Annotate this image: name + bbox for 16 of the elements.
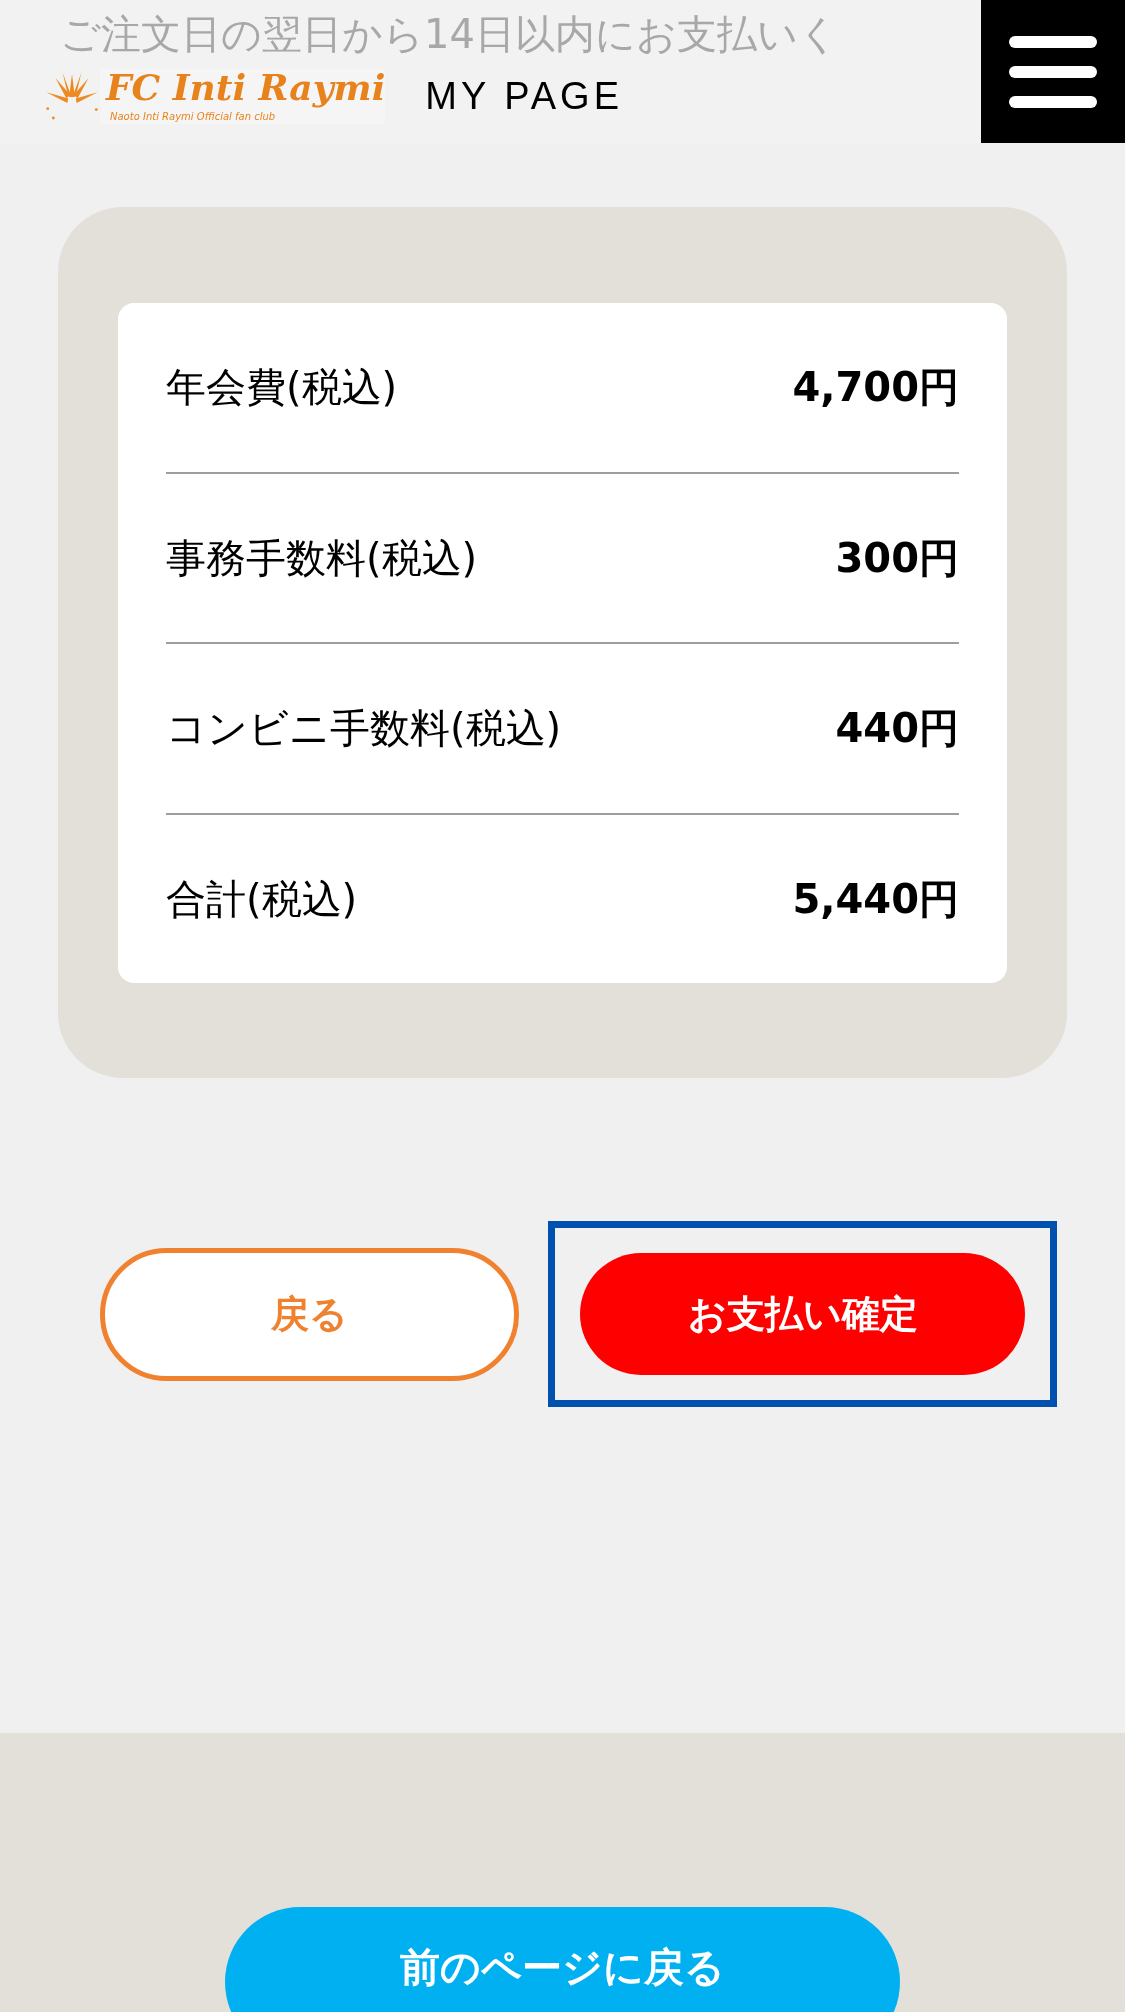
back-button[interactable]: 戻る [100, 1247, 519, 1381]
fee-amount: 440円 [835, 704, 959, 754]
fee-amount: 5,440円 [792, 874, 959, 924]
confirm-payment-button[interactable]: お支払い確定 [580, 1253, 1025, 1375]
fee-label: 事務手数料(税込) [166, 533, 478, 583]
previous-page-button[interactable]: 前のページに戻る [225, 1907, 900, 2012]
menu-button[interactable] [981, 0, 1125, 143]
fee-label: コンビニ手数料(税込) [166, 704, 562, 754]
page-title: MY PAGE [425, 74, 623, 119]
page-text: ご注文日の翌日から14日以内にお支払いく [60, 10, 839, 59]
fee-label: 合計(税込) [166, 874, 358, 924]
fee-amount: 4,700円 [792, 363, 959, 413]
fee-label: 年会費(税込) [166, 363, 398, 413]
fee-amount: 300円 [835, 533, 959, 583]
logo-tagline: Naoto Inti Raymi Official fan club [110, 110, 277, 124]
menu-icon [1009, 35, 1097, 108]
